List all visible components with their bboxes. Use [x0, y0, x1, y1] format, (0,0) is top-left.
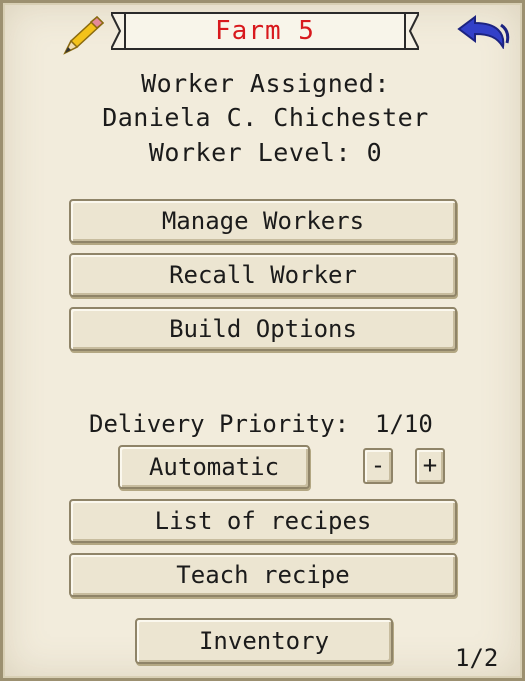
delivery-mode-label: Automatic [148, 453, 280, 481]
recall-worker-label: Recall Worker [169, 261, 357, 289]
list-recipes-label: List of recipes [154, 507, 372, 535]
teach-recipe-button[interactable]: Teach recipe [69, 553, 457, 597]
delivery-mode-button[interactable]: Automatic [118, 445, 310, 489]
delivery-priority-value: 1/10 [375, 410, 433, 438]
worker-level: Worker Level: 0 [148, 138, 383, 167]
worker-name: Daniela C. Chichester [102, 103, 429, 132]
inventory-button[interactable]: Inventory [135, 618, 393, 664]
build-options-button[interactable]: Build Options [69, 307, 457, 351]
priority-decrease-button[interactable]: - [363, 448, 393, 484]
title-banner: Farm 5 [111, 11, 419, 51]
teach-recipe-label: Teach recipe [176, 561, 350, 589]
back-arrow-icon[interactable] [455, 13, 513, 49]
building-window: Farm 5 Worker Assigned: Daniela C. Chich… [0, 0, 525, 681]
inventory-label: Inventory [198, 627, 330, 655]
recall-worker-button[interactable]: Recall Worker [69, 253, 457, 297]
manage-workers-button[interactable]: Manage Workers [69, 199, 457, 243]
build-options-label: Build Options [169, 315, 357, 343]
manage-workers-label: Manage Workers [161, 207, 365, 235]
priority-increase-button[interactable]: + [415, 448, 445, 484]
page-indicator: 1/2 [455, 644, 499, 672]
worker-assigned-label: Worker Assigned: [141, 69, 390, 98]
delivery-priority-label: Delivery Priority: [89, 410, 350, 438]
pencil-icon[interactable] [61, 13, 107, 57]
list-recipes-button[interactable]: List of recipes [69, 499, 457, 543]
building-title: Farm 5 [215, 16, 315, 46]
